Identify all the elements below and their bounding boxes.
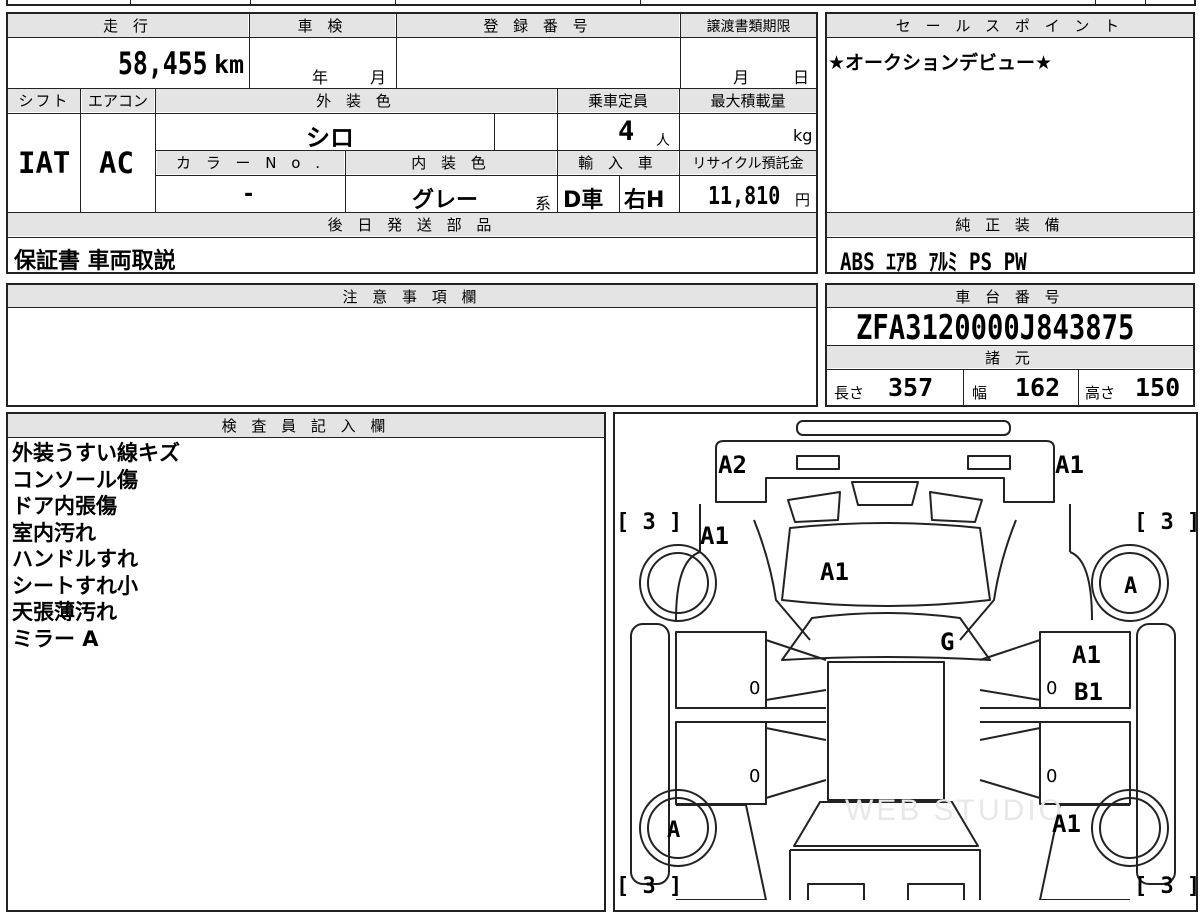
zero-left-rear-door: 0: [749, 766, 761, 787]
watermark: WEB STUDIO: [845, 794, 1065, 827]
mark-right-rear-quarter: A1: [1052, 810, 1081, 838]
mark-left-front-fender: A1: [700, 522, 729, 550]
zero-left-front-door: 0: [749, 678, 761, 699]
car-diagram: WEB STUDIO: [630, 420, 1176, 900]
tire-front-right: [ 3 ]: [1134, 510, 1200, 535]
tire-rear-right: [ 3 ]: [1134, 874, 1200, 899]
tire-front-left: [ 3 ]: [616, 510, 683, 535]
mark-right-front-wheel: A: [1124, 574, 1138, 599]
mark-right-front-door-1: A1: [1072, 641, 1101, 669]
tire-rear-left: [ 3 ]: [616, 874, 683, 899]
mark-windshield: G: [940, 628, 955, 656]
mark-hood: A1: [820, 558, 849, 586]
mark-right-front-door-2: B1: [1074, 678, 1103, 706]
zero-right-front-door: 0: [1046, 678, 1058, 699]
zero-right-rear-door: 0: [1046, 766, 1058, 787]
mark-left-rear-wheel: A: [667, 818, 681, 843]
mark-front-right-corner: A1: [1055, 451, 1084, 479]
mark-front-left-corner: A2: [718, 451, 747, 479]
